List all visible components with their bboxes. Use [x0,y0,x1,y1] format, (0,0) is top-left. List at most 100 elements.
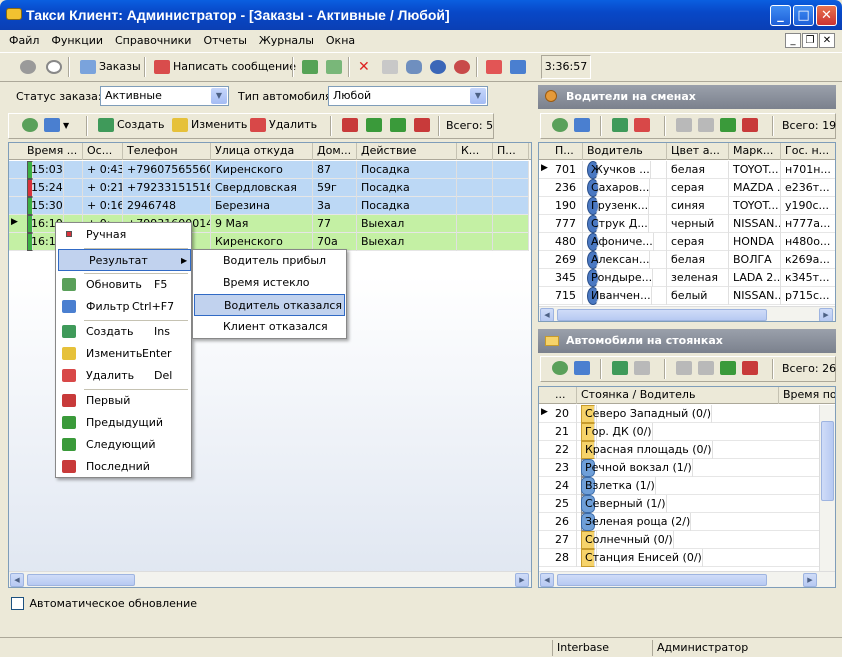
edit-button[interactable]: Изменить [168,116,251,136]
table-row[interactable]: 480 Афониче... серая HONDA н480о... [539,233,835,251]
previous-record-icon[interactable] [362,116,389,136]
scroll-left-icon[interactable]: ◀ [10,573,24,587]
menu-item-previous[interactable]: Предыдущий [56,412,191,434]
scroll-left-icon[interactable]: ◀ [540,573,554,587]
col-parking-driver[interactable]: Стоянка / Водитель [577,387,779,404]
first-record-icon[interactable] [338,116,365,136]
last-record-icon[interactable] [410,116,437,136]
order-status-select[interactable]: Активные ▼ [100,86,229,106]
car-icon[interactable] [402,58,429,78]
filter-icon[interactable] [570,359,597,379]
table-row[interactable]: 15:03 + 0:43 +79607565560 Киренского 87 Посад… [9,161,529,179]
table-row[interactable]: 236Сахаров... сераяMAZDA ...е236т... [539,179,835,197]
col-left[interactable]: Ос... [83,143,123,160]
submenu-time-expired[interactable]: Время истекло [193,272,346,294]
tree-row[interactable]: 24+Взлетка (1/) [539,477,819,495]
maximize-button[interactable]: □ [793,5,814,26]
col-phone[interactable]: Телефон [123,143,211,160]
delete-disabled-icon[interactable] [630,359,657,379]
write-message-button[interactable]: Написать сообщение [150,58,300,78]
table-row[interactable]: 15:24 + 0:21 +79233151516 Свердловская 59г По… [9,179,529,197]
tree-row[interactable]: 20 Северо Западный (0/) [539,405,819,423]
delete-button[interactable]: Удалить [246,116,321,136]
car-type-select[interactable]: Любой ▼ [328,86,488,106]
col-number[interactable]: П... [551,143,583,160]
col-action[interactable]: Действие [357,143,457,160]
money-icon[interactable] [298,58,325,78]
document-person-icon[interactable] [378,58,405,78]
parkings-vscroll[interactable] [819,405,835,571]
menu-item-delete[interactable]: Удалить Del [56,365,191,387]
col-number[interactable]: ... [551,387,577,404]
col-p[interactable]: П... [493,143,529,160]
gray-circle-icon[interactable] [16,58,43,78]
driver-icon[interactable] [426,58,453,78]
submenu-driver-arrived[interactable]: Водитель прибыл [193,250,346,272]
col-plate[interactable]: Гос. н... [781,143,835,160]
clock-icon[interactable] [42,58,69,78]
menu-file[interactable]: Файл [0,30,42,47]
scroll-thumb[interactable] [557,309,767,321]
money-alt-icon[interactable] [322,58,349,78]
mdi-minimize-button[interactable]: _ [785,33,801,48]
tree-row[interactable]: 23+Речной вокзал (1/) [539,459,819,477]
scroll-thumb[interactable] [821,421,834,501]
table-row[interactable]: 190 Грузенк... синяя TOYOT... у190с... [539,197,835,215]
col-k[interactable]: К... [457,143,493,160]
next-record-icon[interactable] [386,116,413,136]
col-car-brand[interactable]: Марк... [729,143,781,160]
menu-item-refresh[interactable]: Обновить F5 [56,274,191,296]
table-row[interactable]: 701 Жучков ... белая TOYOT... н701н... [539,161,835,179]
table-row[interactable]: 715 Иванчен... белый NISSAN... р715с... [539,287,835,305]
menu-item-manual[interactable]: Ручная [56,224,191,246]
menu-reports[interactable]: Отчеты [194,30,249,47]
auto-update-checkbox[interactable]: Автоматическое обновление [11,596,197,610]
menu-journals[interactable]: Журналы [250,30,317,47]
table-row[interactable]: 777 Струк Д... черный NISSAN... н777а... [539,215,835,233]
tree-row[interactable]: 21 Гор. ДК (0/) [539,423,819,441]
submenu-driver-refused[interactable]: Водитель отказался [194,294,345,316]
col-house[interactable]: Дом... [313,143,357,160]
orders-hscroll[interactable]: ◀ ▶ [9,571,531,587]
col-time[interactable]: Время ... [23,143,83,160]
tree-row[interactable]: 22 Красная площадь (0/) [539,441,819,459]
scroll-right-icon[interactable]: ▶ [803,573,817,587]
menu-item-edit[interactable]: Изменить Enter [56,343,191,365]
menu-references[interactable]: Справочники [106,30,194,47]
col-street[interactable]: Улица откуда [211,143,313,160]
tree-row[interactable]: 26+Зеленая роща (2/) [539,513,819,531]
last-record-icon[interactable] [738,359,765,379]
mdi-restore-button[interactable]: ❐ [802,33,818,48]
mdi-close-button[interactable]: ✕ [819,33,835,48]
menu-item-last[interactable]: Последний [56,456,191,478]
scroll-right-icon[interactable]: ▶ [515,573,529,587]
close-button[interactable]: ✕ [816,5,837,26]
col-driver[interactable]: Водитель [583,143,667,160]
menu-item-next[interactable]: Следующий [56,434,191,456]
chevron-down-icon[interactable]: ▼ [211,88,227,104]
table-row[interactable]: 345 Рондыре... зеленая LADA 2... к345т... [539,269,835,287]
checkbox-box[interactable] [11,596,24,610]
tree-row[interactable]: 28 Станция Енисей (0/) [539,549,819,567]
drivers-hscroll[interactable]: ◀ ▶ [539,306,835,321]
arrow-right-icon[interactable] [482,58,509,78]
scroll-thumb[interactable] [557,574,767,586]
chevron-down-icon[interactable]: ▼ [470,88,486,104]
cancel-x-icon[interactable]: ✕ [354,58,374,78]
tree-row[interactable]: 27 Солнечный (0/) [539,531,819,549]
menu-item-create[interactable]: Создать Ins [56,321,191,343]
submenu-client-refused[interactable]: Клиент отказался [193,316,346,338]
create-button[interactable]: Создать [94,116,169,136]
table-row[interactable]: 269 Алексан... белая ВОЛГА к269а... [539,251,835,269]
col-parking-time[interactable]: Время пос... [779,387,835,404]
menu-functions[interactable]: Функции [42,30,106,47]
filter-icon[interactable]: ▼ [40,116,73,136]
menu-windows[interactable]: Окна [317,30,358,47]
scroll-left-icon[interactable]: ◀ [540,308,554,321]
orders-button[interactable]: Заказы [76,58,145,78]
scroll-right-icon[interactable]: ▶ [819,308,833,321]
scroll-thumb[interactable] [27,574,135,586]
table-row[interactable]: 15:30 + 0:16 2946748 Березина 3а Посадка [9,197,529,215]
menu-item-result[interactable]: Результат ▶ [58,249,191,271]
parkings-hscroll[interactable]: ◀ ▶ [539,571,835,587]
